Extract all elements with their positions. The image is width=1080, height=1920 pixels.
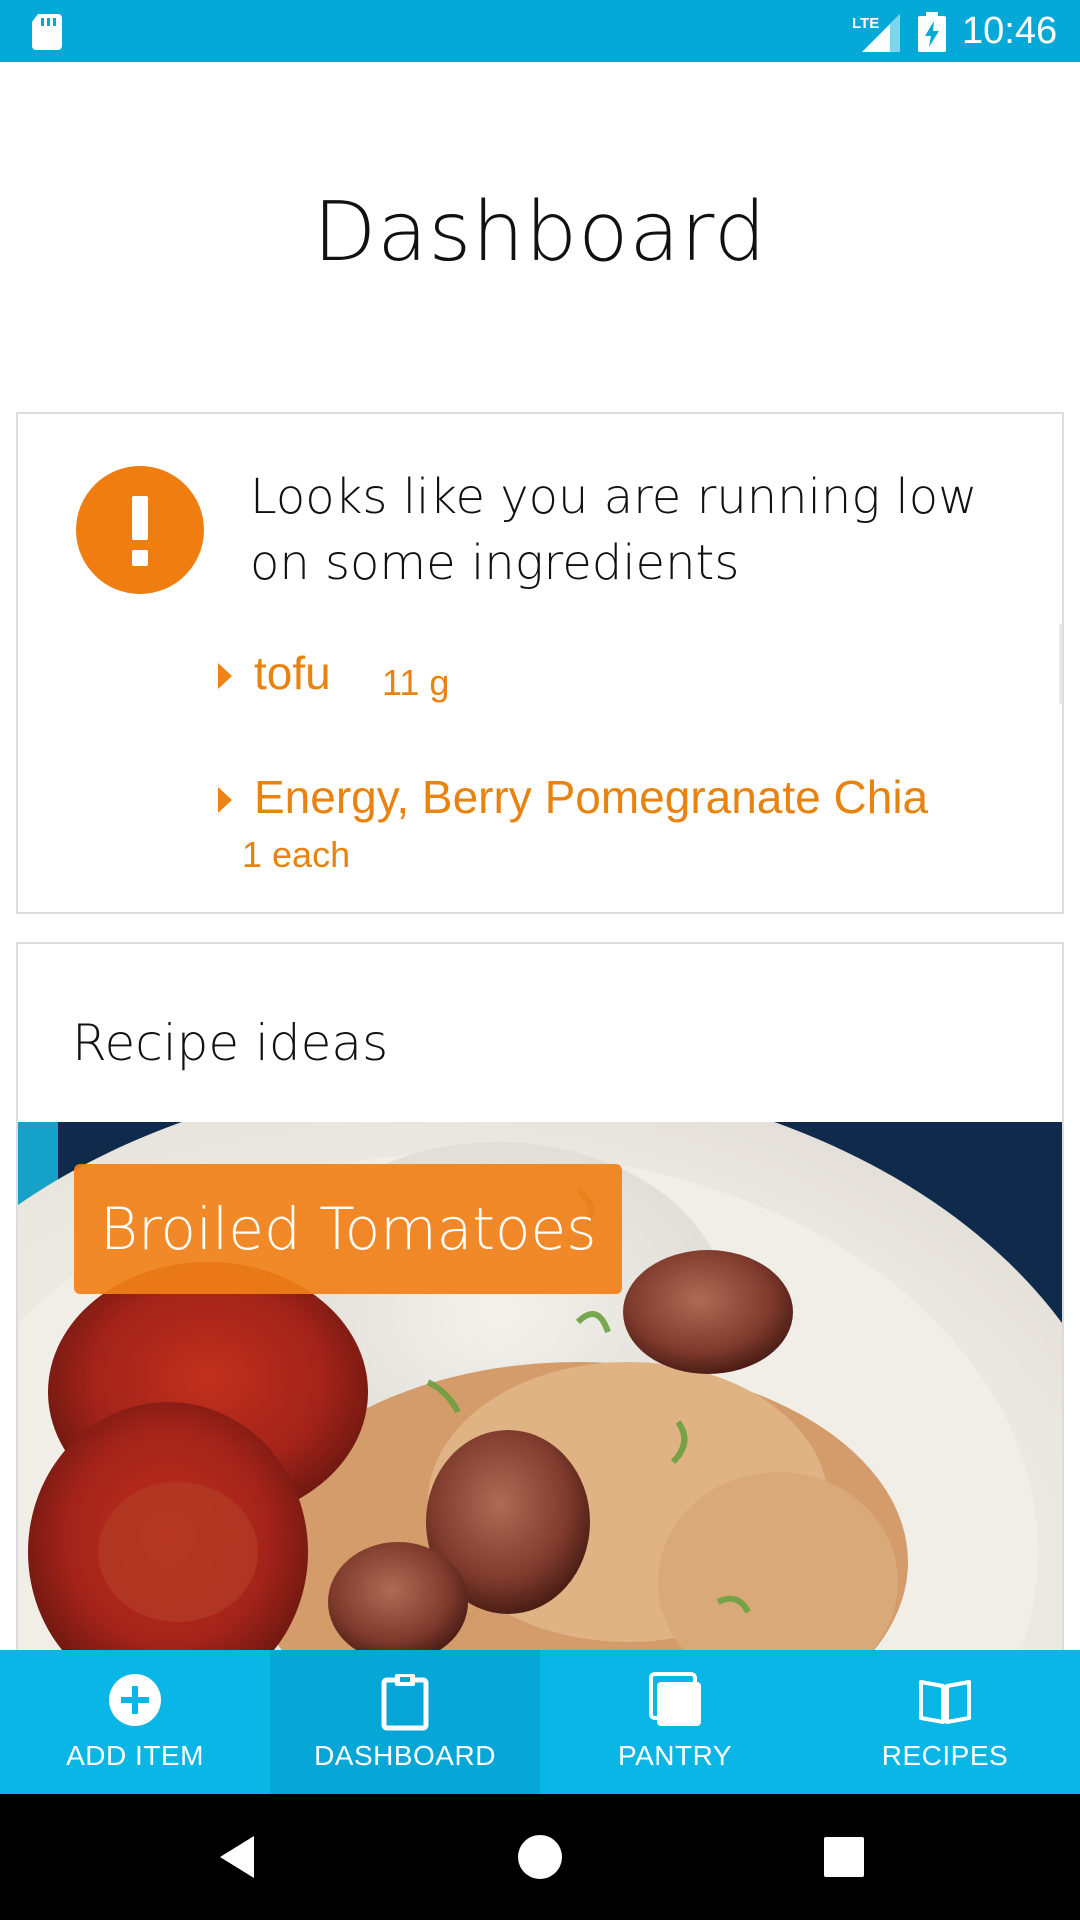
nav-label: ADD ITEM bbox=[66, 1740, 204, 1771]
sd-card-icon bbox=[32, 14, 62, 50]
expand-triangle-icon bbox=[218, 787, 232, 813]
nav-add-item[interactable]: ADD ITEM bbox=[0, 1650, 270, 1794]
bottom-navigation: ADD ITEM DASHBOARD PANTRY RECIPES bbox=[0, 1650, 1080, 1794]
low-stock-item[interactable]: tofu 11 g bbox=[218, 646, 1018, 708]
lte-signal-icon: LTE bbox=[852, 14, 900, 52]
back-icon[interactable] bbox=[210, 1794, 270, 1920]
page-title: Dashboard bbox=[313, 185, 767, 280]
nav-recipes[interactable]: RECIPES bbox=[810, 1650, 1080, 1794]
recents-icon[interactable] bbox=[814, 1794, 874, 1920]
ingredient-name: Energy, Berry Pomegranate Chia bbox=[254, 771, 929, 823]
expand-triangle-icon bbox=[218, 663, 232, 689]
nav-dashboard[interactable]: DASHBOARD bbox=[270, 1650, 540, 1794]
card-scrollbar bbox=[1059, 624, 1062, 704]
add-circle-icon bbox=[109, 1674, 161, 1726]
status-bar: LTE 10:46 bbox=[0, 0, 1080, 62]
battery-charging-icon bbox=[918, 12, 946, 52]
ingredient-name: tofu bbox=[254, 647, 331, 699]
svg-text:LTE: LTE bbox=[852, 15, 879, 32]
home-icon[interactable] bbox=[510, 1794, 570, 1920]
ingredient-quantity: 1 each bbox=[242, 834, 351, 875]
book-open-icon bbox=[919, 1680, 971, 1724]
status-time: 10:46 bbox=[962, 10, 1058, 52]
recipe-ideas-title: Recipe ideas bbox=[72, 1014, 389, 1072]
nav-label: RECIPES bbox=[881, 1740, 1009, 1771]
recipe-ideas-card: Recipe ideas Broiled Tomatoes bbox=[16, 942, 1064, 1662]
pantry-stack-icon bbox=[649, 1672, 701, 1726]
nav-label: PANTRY bbox=[618, 1740, 732, 1771]
system-navigation-bar bbox=[0, 1794, 1080, 1920]
low-stock-message: Looks like you are running low on some i… bbox=[250, 469, 978, 591]
clipboard-icon bbox=[381, 1674, 429, 1731]
nav-label: DASHBOARD bbox=[314, 1740, 496, 1771]
alert-exclamation-icon bbox=[76, 466, 204, 594]
recipe-name-label[interactable]: Broiled Tomatoes bbox=[74, 1164, 623, 1294]
ingredient-quantity: 11 g bbox=[382, 662, 450, 703]
nav-pantry[interactable]: PANTRY bbox=[540, 1650, 810, 1794]
low-stock-item[interactable]: Energy, Berry Pomegranate Chia 1 each bbox=[218, 770, 1018, 890]
